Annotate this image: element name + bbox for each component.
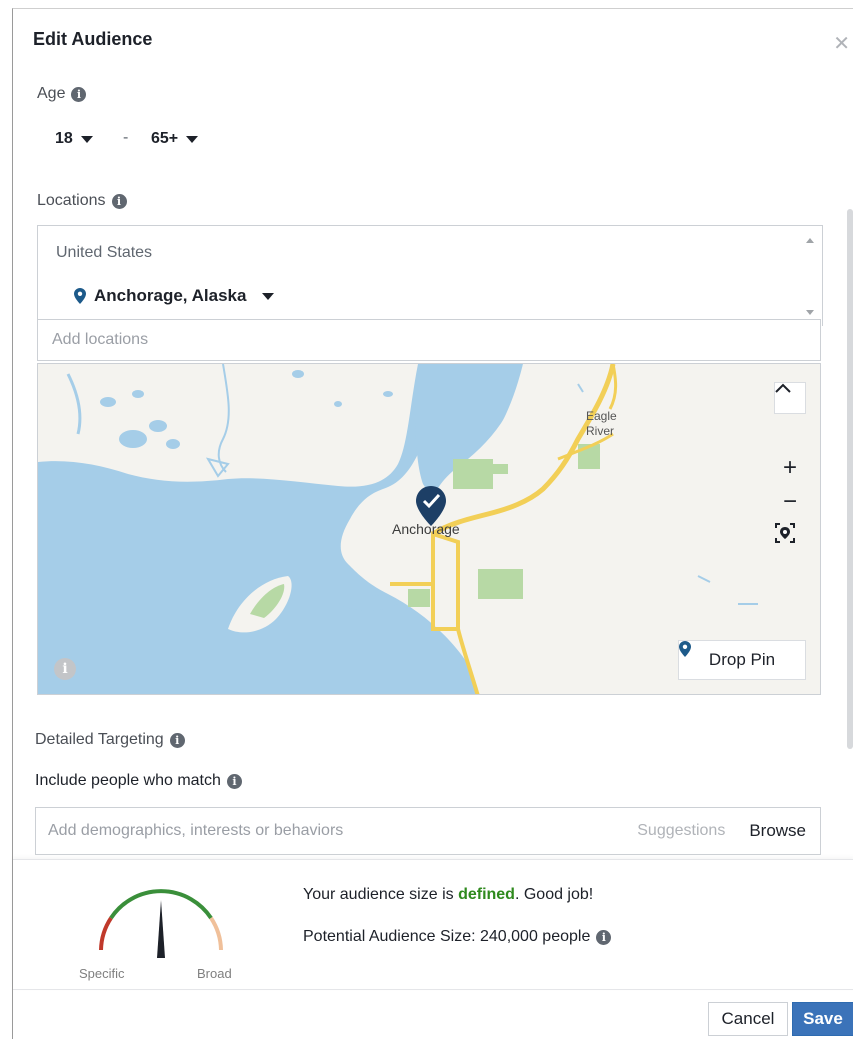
- collapse-map-button[interactable]: [774, 382, 806, 414]
- audience-size-panel: Specific Broad Your audience size is def…: [13, 859, 853, 990]
- locations-label: Locations: [37, 192, 106, 209]
- size-prefix: Your audience size is: [303, 886, 459, 903]
- caret-down-icon[interactable]: [262, 292, 275, 300]
- map-place-label: River: [586, 424, 615, 438]
- age-separator: -: [123, 129, 129, 146]
- info-icon[interactable]: i: [226, 773, 242, 789]
- scroll-down-icon[interactable]: [806, 310, 814, 315]
- locate-icon: [775, 523, 795, 543]
- dialog-scrollbar[interactable]: [847, 209, 853, 749]
- drop-pin-icon: [679, 641, 691, 657]
- include-label: Include people who match: [35, 772, 221, 789]
- chevron-up-icon: [775, 383, 791, 393]
- drop-pin-label: Drop Pin: [708, 650, 776, 669]
- locations-list: United States Anchorage, Alaska: [37, 225, 823, 326]
- map-place-label: Eagle: [586, 409, 617, 423]
- info-icon[interactable]: i: [111, 193, 127, 209]
- caret-down-icon: [186, 135, 199, 143]
- info-icon[interactable]: i: [169, 732, 185, 748]
- caret-down-icon: [80, 135, 93, 143]
- locations-label-row: Locations i: [37, 192, 127, 210]
- age-label: Age: [37, 85, 66, 102]
- age-label-row: Age i: [37, 85, 87, 103]
- detailed-targeting-label: Detailed Targeting: [35, 731, 164, 748]
- close-icon[interactable]: ✕: [833, 31, 850, 56]
- map-city-label: Anchorage: [392, 521, 460, 537]
- location-item-anchorage[interactable]: Anchorage, Alaska: [74, 286, 275, 306]
- dialog-title: Edit Audience: [33, 29, 153, 49]
- locate-button[interactable]: [774, 522, 806, 554]
- info-icon[interactable]: i: [71, 86, 87, 102]
- gauge-left-label: Specific: [79, 966, 125, 981]
- potential-audience: Potential Audience Size: 240,000 people …: [303, 928, 612, 946]
- zoom-in-button[interactable]: +: [774, 452, 806, 484]
- zoom-out-button[interactable]: −: [774, 486, 806, 518]
- scroll-up-icon[interactable]: [806, 238, 814, 243]
- location-country: United States: [56, 244, 153, 261]
- detailed-targeting-input[interactable]: [36, 808, 638, 854]
- size-suffix: . Good job!: [514, 886, 594, 903]
- potential-audience-text: Potential Audience Size: 240,000 people: [303, 928, 591, 945]
- gauge-right-label: Broad: [197, 966, 232, 981]
- save-button[interactable]: Save: [792, 1002, 853, 1036]
- dialog-footer: Cancel Save: [13, 989, 853, 1040]
- age-min-value: 18: [55, 130, 73, 147]
- map-info-icon[interactable]: i: [54, 658, 76, 680]
- suggestions-link[interactable]: Suggestions: [637, 822, 725, 840]
- audience-size-status: Your audience size is defined. Good job!: [303, 886, 593, 904]
- add-locations-field[interactable]: [37, 319, 821, 361]
- detailed-targeting-label-row: Detailed Targeting i: [35, 731, 185, 749]
- size-status: defined: [458, 886, 515, 903]
- detailed-targeting-field[interactable]: Suggestions Browse: [35, 807, 821, 855]
- age-max-value: 65+: [151, 130, 179, 147]
- location-item-label: Anchorage, Alaska: [94, 286, 247, 305]
- drop-pin-button[interactable]: Drop Pin: [678, 640, 806, 680]
- location-map[interactable]: Anchorage Eagle River + − i Drop Pin: [37, 363, 821, 695]
- include-label-row: Include people who match i: [35, 772, 242, 790]
- age-max-select[interactable]: 65+: [151, 123, 199, 155]
- audience-gauge: [99, 889, 223, 958]
- age-min-select[interactable]: 18: [55, 123, 93, 155]
- edit-audience-dialog: Edit Audience ✕ Age i 18 - 65+ Locations…: [12, 8, 853, 1039]
- gauge-needle: [157, 900, 165, 958]
- browse-link[interactable]: Browse: [749, 821, 806, 841]
- cancel-button[interactable]: Cancel: [708, 1002, 788, 1036]
- add-locations-input[interactable]: [38, 320, 820, 360]
- info-icon[interactable]: i: [596, 929, 612, 945]
- location-pin-icon: [74, 288, 86, 304]
